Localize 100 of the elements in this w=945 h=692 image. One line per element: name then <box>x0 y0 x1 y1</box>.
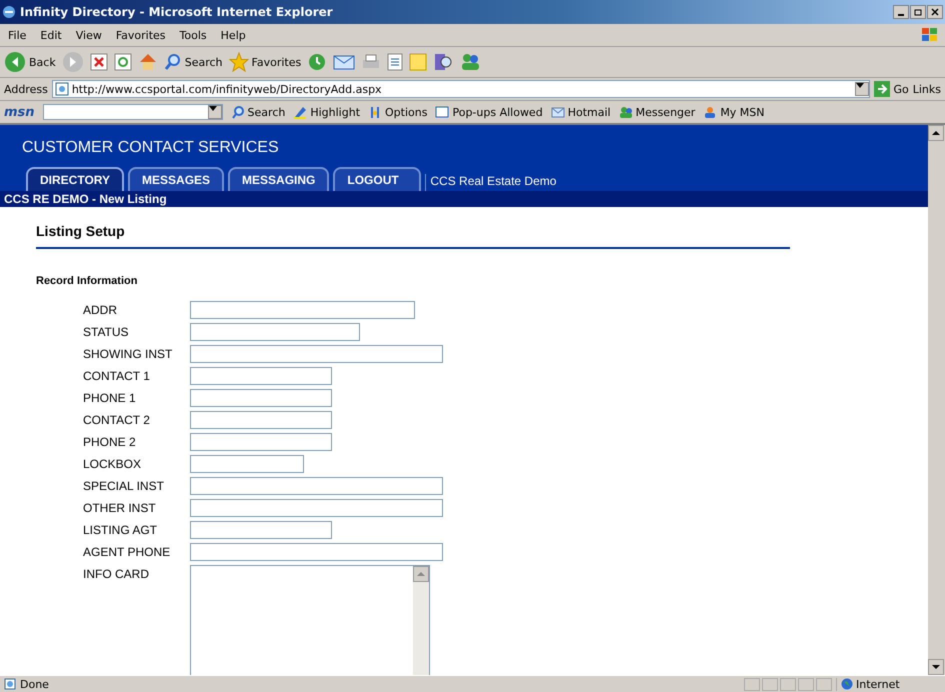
field-label: CONTACT 2 <box>83 412 151 429</box>
refresh-icon[interactable] <box>114 53 132 71</box>
nav-tab[interactable]: MESSAGING <box>228 167 330 191</box>
msn-logo[interactable]: msn <box>4 104 35 120</box>
page-icon <box>4 678 16 690</box>
search-button[interactable]: Search <box>164 53 223 71</box>
go-button[interactable]: Go <box>874 81 909 97</box>
status-pane <box>744 678 760 690</box>
input-field[interactable] <box>190 433 332 451</box>
down-arrow-icon <box>932 664 940 670</box>
search-icon <box>164 53 182 71</box>
page-breadcrumb: CCS RE DEMO - New Listing <box>0 191 928 207</box>
nav-tab[interactable]: MESSAGES <box>128 167 224 191</box>
text-area[interactable] <box>190 565 430 675</box>
close-button[interactable] <box>927 5 943 19</box>
input-field[interactable] <box>190 455 304 473</box>
msn-search-field[interactable] <box>42 104 223 120</box>
input-field[interactable] <box>190 301 415 319</box>
field-label: STATUS <box>83 324 130 341</box>
mail-icon[interactable] <box>333 53 356 71</box>
highlighter-icon <box>293 105 308 119</box>
toolbar-button[interactable]: My MSN <box>703 105 765 119</box>
restore-icon <box>914 8 922 16</box>
page-icon <box>54 82 69 96</box>
input-field[interactable] <box>190 477 443 495</box>
url-text: http://www.ccsportal.com/infinityweb/DirectoryAdd.aspx <box>72 82 382 96</box>
menu-item[interactable]: Favorites <box>110 28 172 42</box>
document-icon[interactable] <box>387 53 404 71</box>
field-label: CONTACT 1 <box>83 368 151 385</box>
menu-item[interactable]: Edit <box>34 28 68 42</box>
menu-item[interactable]: View <box>70 28 108 42</box>
address-label: Address <box>4 82 48 96</box>
input-field[interactable] <box>190 345 443 363</box>
input-field[interactable] <box>190 367 332 385</box>
scrollbar[interactable] <box>928 125 945 675</box>
up-arrow-icon <box>932 130 940 136</box>
toolbar-button[interactable]: Highlight <box>293 105 360 119</box>
nav-tab[interactable]: DIRECTORY <box>26 167 124 191</box>
stop-icon[interactable] <box>90 53 108 71</box>
menu-item[interactable]: Help <box>214 28 252 42</box>
status-pane <box>780 678 796 690</box>
home-icon[interactable] <box>138 52 158 72</box>
window-icon <box>435 105 450 119</box>
address-field[interactable]: http://www.ccsportal.com/infinityweb/DirectoryAdd.aspx <box>52 80 870 98</box>
search-icon <box>230 105 245 119</box>
input-field[interactable] <box>190 323 360 341</box>
status-pane <box>762 678 778 690</box>
restore-button[interactable] <box>910 5 926 19</box>
field-label: PHONE 2 <box>83 434 137 451</box>
globe-icon <box>841 678 853 690</box>
section-heading: Record Information <box>36 275 138 287</box>
envelope-icon <box>550 105 565 119</box>
arrow-right-icon <box>874 81 890 97</box>
menu-item[interactable]: File <box>2 28 32 42</box>
minimize-button[interactable] <box>893 5 909 19</box>
toolbar-button[interactable]: Hotmail <box>550 105 611 119</box>
field-label: ADDR <box>83 302 118 319</box>
status-pane <box>798 678 814 690</box>
back-button[interactable]: Back <box>4 51 56 73</box>
menu-item[interactable]: Tools <box>174 28 213 42</box>
favorites-button[interactable]: Favorites <box>228 52 302 72</box>
field-label: LOCKBOX <box>83 456 142 473</box>
history-icon[interactable] <box>307 52 328 72</box>
input-field[interactable] <box>190 521 332 539</box>
field-label: SPECIAL INST <box>83 478 165 495</box>
scroll-down-button[interactable] <box>928 659 944 675</box>
field-label: OTHER INST <box>83 500 157 517</box>
research-icon[interactable] <box>433 52 454 72</box>
close-icon <box>931 8 939 16</box>
field-label: SHOWING INST <box>83 346 174 363</box>
status-text: Done <box>20 678 50 690</box>
page-heading: Listing Setup <box>36 223 790 249</box>
field-label: INFO CARD <box>83 566 150 583</box>
person-icon <box>703 105 718 119</box>
star-icon <box>228 52 249 72</box>
scroll-up-button[interactable] <box>928 125 944 141</box>
note-icon[interactable] <box>409 53 428 71</box>
input-field[interactable] <box>190 389 332 407</box>
input-field[interactable] <box>190 411 332 429</box>
printer-icon[interactable] <box>361 53 382 71</box>
window-title: Infinity Directory - Microsoft Internet Explorer <box>20 5 334 19</box>
field-label: AGENT PHONE <box>83 544 172 561</box>
toolbar-button[interactable]: Search <box>230 105 286 119</box>
toolbar-button[interactable]: Messenger <box>618 105 696 119</box>
dropdown-button[interactable] <box>855 82 870 96</box>
toolbar-button[interactable]: Pop-ups Allowed <box>435 105 543 119</box>
input-field[interactable] <box>190 543 443 561</box>
toolbar-button[interactable]: Options <box>368 105 428 119</box>
field-label: LISTING AGT <box>83 522 158 539</box>
people-icon[interactable] <box>459 52 482 72</box>
dropdown-button[interactable] <box>208 105 222 119</box>
people-icon <box>618 105 633 119</box>
caret-icon <box>856 83 864 88</box>
site-title: CUSTOMER CONTACT SERVICES <box>22 139 280 157</box>
field-label: PHONE 1 <box>83 390 137 407</box>
status-pane <box>816 678 832 690</box>
nav-tab[interactable]: LOGOUT <box>333 167 422 191</box>
input-field[interactable] <box>190 499 443 517</box>
windows-logo-icon[interactable] <box>921 27 939 43</box>
links-button[interactable]: Links <box>912 82 941 96</box>
